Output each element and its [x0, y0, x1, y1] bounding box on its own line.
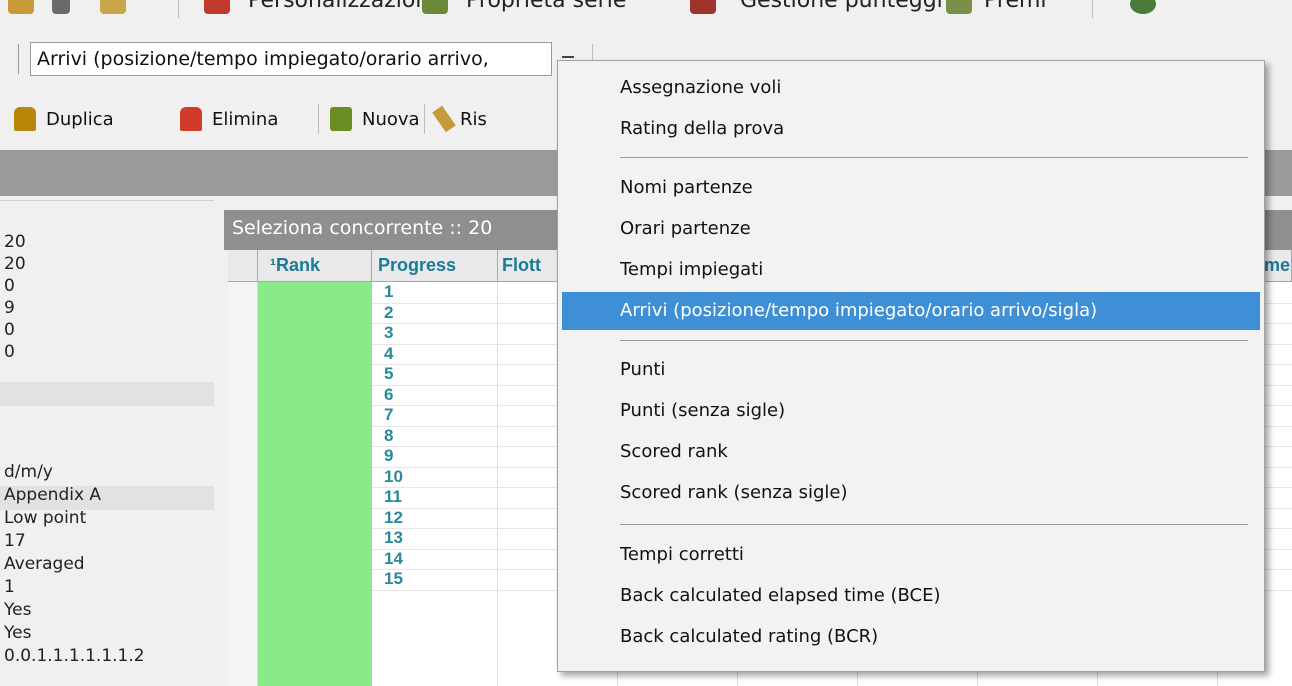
- menu-separator: [620, 340, 1248, 341]
- menu-item-rating-prova[interactable]: Rating della prova: [562, 110, 1260, 148]
- property-value: 0: [4, 320, 15, 340]
- progress-cell[interactable]: 1: [384, 282, 393, 302]
- property-value: 0: [4, 276, 15, 296]
- menu-item-scored-rank-senza-sigle[interactable]: Scored rank (senza sigle): [562, 474, 1260, 512]
- delete-button[interactable]: Elimina: [180, 104, 278, 134]
- progress-cell[interactable]: 12: [384, 508, 403, 528]
- menu-item-nomi-partenze[interactable]: Nomi partenze: [562, 169, 1260, 207]
- progress-cell[interactable]: 10: [384, 467, 403, 487]
- progress-cell[interactable]: 2: [384, 303, 393, 323]
- menu-item-punti-senza-sigle[interactable]: Punti (senza sigle): [562, 392, 1260, 430]
- progress-cell[interactable]: 3: [384, 323, 393, 343]
- progress-cell[interactable]: 6: [384, 385, 393, 405]
- menu-item-tempi-corretti[interactable]: Tempi corretti: [562, 536, 1260, 574]
- progress-cell[interactable]: 13: [384, 528, 403, 548]
- scoring-button[interactable]: Gestione punteggi: [740, 0, 943, 13]
- new-icon: [330, 107, 352, 131]
- panel-divider: [0, 200, 214, 201]
- series-properties-icon: [422, 0, 448, 14]
- duplicate-label: Duplica: [46, 108, 114, 130]
- menu-item-bce[interactable]: Back calculated elapsed time (BCE): [562, 577, 1260, 615]
- property-value: 0.0.1.1.1.1.1.1.2: [4, 646, 145, 666]
- properties-panel: 20 20 0 9 0 0 d/m/y Appendix A Low point…: [0, 196, 222, 686]
- menu-item-arrivi[interactable]: Arrivi (posizione/tempo impiegato/orario…: [562, 292, 1260, 330]
- progress-cell[interactable]: 11: [384, 487, 402, 507]
- prizes-icon: [946, 0, 972, 14]
- menu-item-scored-rank[interactable]: Scored rank: [562, 433, 1260, 471]
- series-properties-button[interactable]: Proprietà serie: [466, 0, 626, 13]
- rank-column-fill: [258, 282, 372, 686]
- property-value: Appendix A: [4, 485, 102, 505]
- menu-item-punti[interactable]: Punti: [562, 351, 1260, 389]
- context-menu: Assegnazione voli Rating della prova Nom…: [557, 60, 1265, 672]
- property-value: 17: [4, 531, 26, 551]
- view-select-value: Arrivi (posizione/tempo impiegato/orario…: [37, 48, 489, 70]
- column-header-name[interactable]: me: [1262, 250, 1292, 282]
- progress-cell[interactable]: 9: [384, 446, 393, 466]
- progress-cell[interactable]: 4: [384, 344, 393, 364]
- prizes-button[interactable]: Premi: [984, 0, 1047, 13]
- delete-label: Elimina: [212, 108, 279, 130]
- menu-item-bcr[interactable]: Back calculated rating (BCR): [562, 618, 1260, 656]
- results-icon: [432, 105, 456, 133]
- row-header-corner: [228, 250, 258, 282]
- menu-item-assegnazione-voli[interactable]: Assegnazione voli: [562, 69, 1260, 107]
- menu-separator: [620, 524, 1248, 525]
- menu-separator: [620, 157, 1248, 158]
- toolbar-separator: [178, 0, 179, 18]
- tool-icon-2[interactable]: [52, 0, 70, 14]
- progress-cell[interactable]: 7: [384, 405, 393, 425]
- scoring-icon: [690, 0, 716, 14]
- toolbar-separator: [318, 104, 319, 134]
- results-label: Ris: [460, 108, 487, 130]
- property-value: 1: [4, 577, 15, 597]
- new-label: Nuova: [362, 108, 420, 130]
- new-button[interactable]: Nuova: [330, 104, 420, 134]
- toolbar-separator: [1092, 0, 1093, 18]
- column-header-progress[interactable]: Progress: [372, 250, 498, 282]
- progress-cell[interactable]: 14: [384, 549, 403, 569]
- grid-title: Seleziona concorrente :: 20: [232, 217, 493, 239]
- property-value: 20: [4, 254, 26, 274]
- customize-button[interactable]: Personalizzazioni: [248, 0, 435, 13]
- property-value: Averaged: [4, 554, 85, 574]
- property-value: 0: [4, 342, 15, 362]
- tool-icon-1[interactable]: [8, 0, 34, 14]
- menu-item-tempi-impiegati[interactable]: Tempi impiegati: [562, 251, 1260, 289]
- globe-icon[interactable]: [1130, 0, 1156, 14]
- column-header-rank[interactable]: ¹Rank: [258, 250, 372, 282]
- property-value: Low point: [4, 508, 87, 528]
- property-value: d/m/y: [4, 462, 53, 482]
- toolbar-separator: [424, 104, 425, 134]
- top-toolbar: Personalizzazioni Proprietà serie Gestio…: [0, 0, 1292, 24]
- progress-cell[interactable]: 5: [384, 364, 393, 384]
- property-value: Yes: [4, 600, 32, 620]
- duplicate-icon: [14, 107, 36, 131]
- toolbar-grip: [18, 44, 19, 74]
- grid-column: [228, 282, 258, 686]
- delete-icon: [180, 107, 202, 131]
- progress-cell[interactable]: 15: [384, 569, 403, 589]
- property-value: 20: [4, 232, 26, 252]
- property-value: Yes: [4, 623, 32, 643]
- menu-item-orari-partenze[interactable]: Orari partenze: [562, 210, 1260, 248]
- tool-icon-3[interactable]: [100, 0, 126, 14]
- property-value: 9: [4, 298, 15, 318]
- customize-icon: [204, 0, 230, 14]
- duplicate-button[interactable]: Duplica: [14, 104, 114, 134]
- results-button[interactable]: Ris: [432, 104, 487, 134]
- progress-cell[interactable]: 8: [384, 426, 393, 446]
- view-select[interactable]: Arrivi (posizione/tempo impiegato/orario…: [30, 42, 552, 76]
- row-highlight: [0, 382, 214, 406]
